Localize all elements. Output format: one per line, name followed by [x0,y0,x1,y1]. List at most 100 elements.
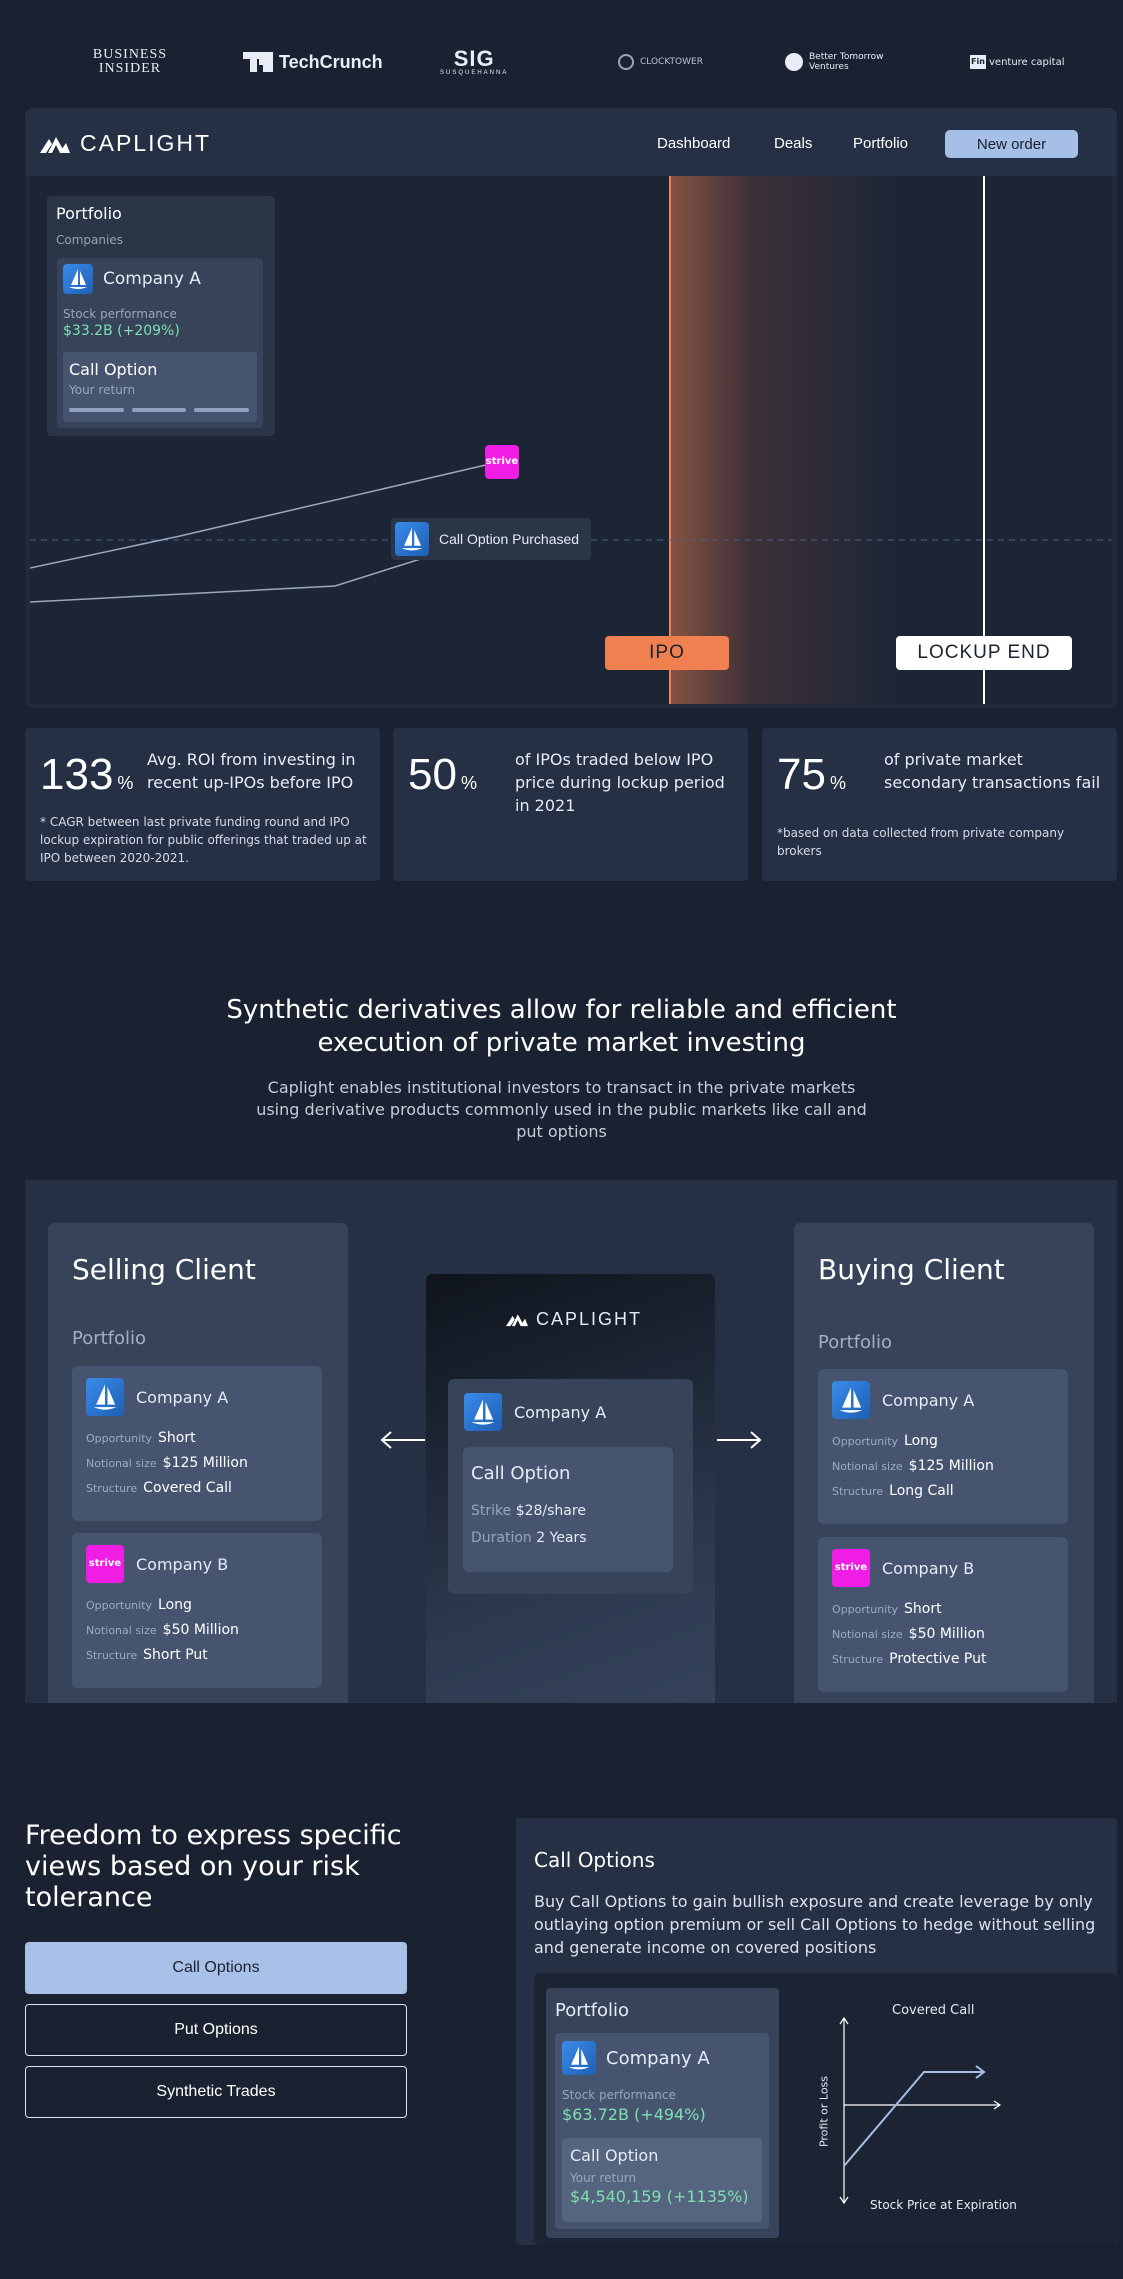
strive-badge: strive [485,445,519,479]
stat-text: of IPOs traded below IPO price during lo… [515,750,725,815]
stock-performance-label: Stock performance [63,307,177,321]
opportunity-value: Short [904,1601,942,1617]
call-option-purchased-tag: Call Option Purchased [391,518,592,560]
stat-card-ipo-below: 50% of IPOs traded below IPO price durin… [393,728,748,881]
structure-value: Long Call [889,1483,954,1499]
call-option-title: Call Option [570,2146,659,2165]
stat-number: 133 [40,750,114,799]
company-name: Company A [514,1402,607,1422]
portfolio-title: Portfolio [555,2000,630,2021]
better-tomorrow-icon [785,53,803,71]
selling-client-card: Selling Client Portfolio Company A Oppor… [48,1223,348,1703]
portfolio-label: Portfolio [818,1332,893,1353]
sailboat-icon [86,1378,124,1416]
duration-value: 2 Years [536,1530,587,1546]
caplight-contract-card: CAPLIGHT Company A Call Option Strike $2… [426,1274,715,1703]
call-option-card[interactable]: Call Option Strike $28/share Duration 2 … [463,1447,673,1572]
opportunity-value: Long [904,1433,938,1449]
section-description: Caplight enables institutional investors… [256,1078,867,1141]
caplight-logo[interactable]: CAPLIGHT [40,130,211,157]
payoff-y-label: Profit or Loss [817,2075,831,2148]
company-card[interactable]: Company A Stock performance $63.72B (+49… [555,2033,769,2229]
stat-text: Avg. ROI from investing in recent up-IPO… [147,750,356,792]
trade-flow-panel: Selling Client Portfolio Company A Oppor… [25,1180,1117,1703]
section-title: Freedom to express specific views based … [25,1820,402,1913]
structure-value: Short Put [143,1647,208,1663]
sailboat-icon [464,1393,502,1431]
sailboat-icon [832,1381,870,1419]
company-name: Company A [103,269,201,289]
notional-value: $125 Million [162,1455,248,1471]
your-return-value: $4,540,159 (+1135%) [570,2187,749,2206]
nav-dashboard[interactable]: Dashboard [657,135,730,152]
company-name: Company B [136,1554,229,1574]
call-option-title: Call Option [471,1463,571,1484]
notional-value: $50 Million [162,1622,239,1638]
structure-value: Protective Put [889,1651,987,1667]
companies-label: Companies [56,233,123,247]
section-title: Synthetic derivatives allow for reliable… [226,995,897,1058]
selling-client-title: Selling Client [72,1253,256,1286]
call-option-demo: Portfolio Company A Stock performance $6… [534,1973,1117,2245]
caplight-mark-icon [506,1314,528,1327]
buying-client-title: Buying Client [818,1253,1005,1286]
new-order-button[interactable]: New order [945,130,1078,158]
nav-deals[interactable]: Deals [774,135,812,152]
stat-footnote: * CAGR between last private funding roun… [40,815,367,865]
your-return-label: Your return [69,383,136,397]
sig-logo: SIG SUSQUEHANNA [440,46,509,77]
techcrunch-icon [243,52,273,72]
call-option-title: Call Option [69,360,158,379]
portfolio-widget: Portfolio Companies Company A Stock perf… [47,196,275,436]
synthetic-trades-button[interactable]: Synthetic Trades [25,2066,407,2118]
company-name: Company B [882,1558,975,1578]
deal-card[interactable]: Company A Opportunity Short Notional size… [72,1366,322,1521]
company-card[interactable]: Company A Call Option Strike $28/share D… [448,1379,693,1594]
stat-number: 75 [777,750,826,799]
techcrunch-logo: TechCrunch [243,40,383,84]
call-option-card[interactable]: Call Option Your return [63,352,257,422]
stock-performance-value: $33.2B (+209%) [63,323,180,339]
sailboat-icon [395,522,429,556]
company-name: Company A [882,1390,975,1410]
caplight-mark-icon [40,136,70,153]
better-tomorrow-logo: Better Tomorrow Ventures [785,40,884,84]
clocktower-icon [618,54,634,70]
call-option-card[interactable]: Call Option Your return $4,540,159 (+113… [562,2138,762,2222]
stat-footnote: *based on data collected from private co… [777,826,1065,858]
nav-portfolio[interactable]: Portfolio [853,135,908,152]
lockup-end-label: LOCKUP END [896,636,1072,670]
arrow-left-icon [380,1431,425,1449]
buying-client-card: Buying Client Portfolio Company A Opport… [794,1223,1094,1703]
company-card[interactable]: Company A Stock performance $33.2B (+209… [57,258,263,428]
strive-icon: strive [86,1545,124,1583]
sailboat-icon [63,264,93,294]
app-topbar: CAPLIGHT Dashboard Deals Portfolio New o… [25,108,1117,176]
fin-icon: Fin [970,55,986,69]
stat-number: 50 [408,750,457,799]
portfolio-widget: Portfolio Company A Stock performance $6… [546,1988,779,2238]
call-options-button[interactable]: Call Options [25,1942,407,1994]
panel-description: Buy Call Options to gain bullish exposur… [534,1892,1096,1957]
deal-card[interactable]: Company A Opportunity Long Notional size $… [818,1369,1068,1524]
call-options-panel: Call Options Buy Call Options to gain bu… [516,1818,1117,2245]
deal-card[interactable]: strive Company B Opportunity Short Notion… [818,1537,1068,1692]
deal-card[interactable]: strive Company B Opportunity Long Notiona… [72,1533,322,1688]
business-insider-logo: BUSINESS INSIDER [92,47,168,76]
notional-value: $125 Million [908,1458,994,1474]
stock-performance-value: $63.72B (+494%) [562,2105,706,2124]
strive-icon: strive [485,445,519,479]
stat-card-secondary-fail: 75% of private market secondary transact… [762,728,1117,881]
portfolio-title: Portfolio [56,204,122,223]
hero-app-mockup: CAPLIGHT Dashboard Deals Portfolio New o… [25,108,1117,708]
your-return-label: Your return [570,2171,637,2185]
loading-bars [69,408,250,412]
structure-value: Covered Call [143,1480,232,1496]
opportunity-value: Short [158,1430,196,1446]
sailboat-icon [562,2041,596,2075]
panel-title: Call Options [534,1848,655,1872]
ipo-label: IPO [605,636,729,670]
stat-text: of private market secondary transactions… [884,750,1101,792]
call-option-purchased-label: Call Option Purchased [439,531,580,547]
put-options-button[interactable]: Put Options [25,2004,407,2056]
